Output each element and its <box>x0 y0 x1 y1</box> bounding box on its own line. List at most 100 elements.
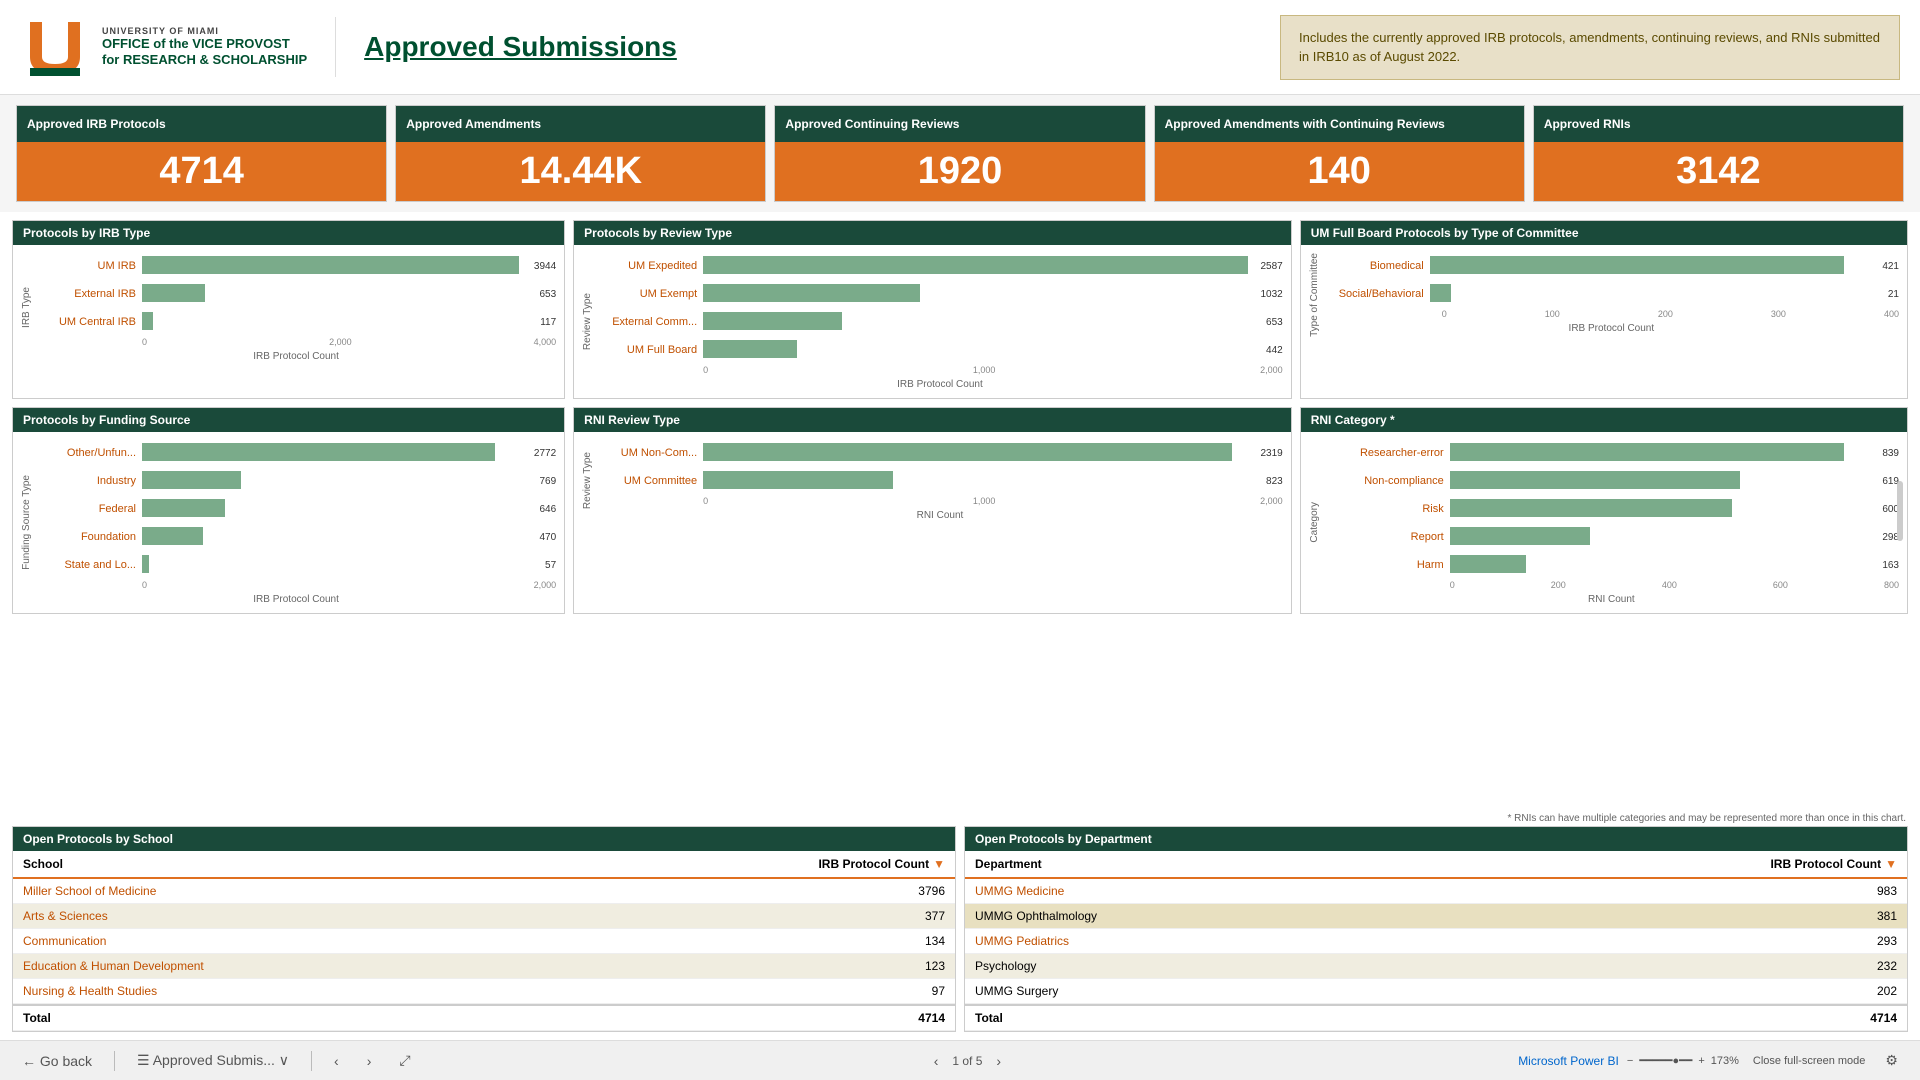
kpi-rnis[interactable]: Approved RNIs 3142 <box>1533 105 1904 202</box>
bar-report <box>1450 527 1590 545</box>
depts-table-scroll[interactable]: UMMG Medicine 983 UMMG Ophthalmology 381… <box>965 879 1907 1004</box>
chart-rni-category: RNI Category * Category Researcher-error <box>1300 407 1908 614</box>
separator-1 <box>114 1051 115 1071</box>
zoom-minus-icon[interactable]: − <box>1627 1055 1633 1067</box>
dept-name-3[interactable]: Psychology <box>965 954 1700 979</box>
nav-expand-button[interactable]: ⤢ <box>393 1050 416 1071</box>
table-row: Arts & Sciences 377 <box>13 904 955 929</box>
chart-irb-type-body: IRB Type UM IRB 3944 <box>13 245 564 370</box>
zoom-slider[interactable]: ━━━━━●━━ <box>1639 1054 1692 1067</box>
kpi-irb-protocols[interactable]: Approved IRB Protocols 4714 <box>16 105 387 202</box>
tick-1000: 1,000 <box>973 365 996 375</box>
chart-rni-review-title: RNI Review Type <box>574 408 1291 432</box>
page-next-button[interactable]: › <box>990 1051 1007 1071</box>
table-row: Psychology 232 <box>965 954 1907 979</box>
chart-funding-source-body: Funding Source Type Other/Unfun... 2772 <box>13 432 564 613</box>
bar-label-federal: Federal <box>36 503 136 515</box>
bar-container-social-behavioral <box>1430 284 1878 304</box>
depts-total-label: Total <box>965 1005 1441 1031</box>
powerbi-link[interactable]: Microsoft Power BI <box>1518 1054 1619 1068</box>
kpi-irb-protocols-value: 4714 <box>17 142 386 201</box>
go-back-button[interactable]: ← Go back <box>16 1051 98 1071</box>
schools-sort-icon[interactable]: ▼ <box>933 857 945 871</box>
tick-2000: 2,000 <box>1260 365 1283 375</box>
chart-rni-category-x-ticks: 0 200 400 600 800 <box>1324 580 1899 590</box>
bar-val-um-irb: 3944 <box>534 261 556 272</box>
depts-sort-icon[interactable]: ▼ <box>1885 857 1897 871</box>
depts-total-value: 4714 <box>1441 1005 1907 1031</box>
bar-val-other: 2772 <box>534 448 556 459</box>
chart-full-board-y-axis: Type of Committee <box>1309 253 1320 337</box>
bar-val-um-committee: 823 <box>1266 476 1283 487</box>
bar-container-external-irb <box>142 284 529 304</box>
zoom-plus-icon[interactable]: + <box>1698 1055 1704 1067</box>
tick-4000: 4,000 <box>534 337 557 347</box>
chart-irb-type-title: Protocols by IRB Type <box>13 221 564 245</box>
bar-industry <box>142 471 241 489</box>
bar-row-um-expedited: UM Expedited 2587 <box>597 256 1283 276</box>
page-container: UNIVERSITY OF MIAMI OFFICE of the VICE P… <box>0 0 1920 1080</box>
bar-central-irb <box>142 312 153 330</box>
chart-review-type-title: Protocols by Review Type <box>574 221 1291 245</box>
logo-text: UNIVERSITY OF MIAMI OFFICE of the VICE P… <box>102 26 307 67</box>
page-info: 1 of 5 <box>952 1054 982 1068</box>
chart-irb-type-x-label: IRB Protocol Count <box>36 351 556 362</box>
dept-name-1[interactable]: UMMG Ophthalmology <box>965 904 1700 929</box>
charts-row-2: Protocols by Funding Source Funding Sour… <box>12 407 1908 614</box>
chart-full-board-x-label: IRB Protocol Count <box>1324 323 1899 334</box>
bar-row-industry: Industry 769 <box>36 471 556 491</box>
bar-um-exempt <box>703 284 920 302</box>
page-prev-button[interactable]: ‹ <box>928 1051 945 1071</box>
school-name-2[interactable]: Communication <box>13 929 777 954</box>
nav-next-button[interactable]: › <box>361 1051 378 1071</box>
table-row: Miller School of Medicine 3796 <box>13 879 955 904</box>
fullscreen-button[interactable]: Close full-screen mode <box>1747 1053 1872 1069</box>
kpi-continuing-reviews-value: 1920 <box>775 142 1144 201</box>
school-name-4[interactable]: Nursing & Health Studies <box>13 979 777 1004</box>
bar-container-risk <box>1450 499 1873 519</box>
school-name-1[interactable]: Arts & Sciences <box>13 904 777 929</box>
kpi-amendments[interactable]: Approved Amendments 14.44K <box>395 105 766 202</box>
bar-val-um-exempt: 1032 <box>1260 289 1282 300</box>
kpi-row: Approved IRB Protocols 4714 Approved Ame… <box>0 95 1920 212</box>
table-row: UMMG Ophthalmology 381 <box>965 904 1907 929</box>
schools-col2-header[interactable]: IRB Protocol Count <box>818 857 929 871</box>
settings-icon[interactable]: ⚙ <box>1879 1050 1904 1071</box>
school-name-3[interactable]: Education & Human Development <box>13 954 777 979</box>
chart-rni-review-body: Review Type UM Non-Com... 2319 <box>574 432 1291 529</box>
bar-federal <box>142 499 225 517</box>
chart-rni-review-x-ticks: 0 1,000 2,000 <box>597 496 1283 506</box>
bar-container-um-exempt <box>703 284 1250 304</box>
schools-col1-header[interactable]: School <box>23 857 795 871</box>
kpi-amendments-continuing[interactable]: Approved Amendments with Continuing Revi… <box>1154 105 1525 202</box>
bar-val-um-expedited: 2587 <box>1260 261 1282 272</box>
school-name-0[interactable]: Miller School of Medicine <box>13 879 777 904</box>
dept-name-0[interactable]: UMMG Medicine <box>965 879 1700 904</box>
depts-total-table: Total 4714 <box>965 1004 1907 1031</box>
chart-full-board: UM Full Board Protocols by Type of Commi… <box>1300 220 1908 399</box>
school-count-1: 377 <box>777 904 955 929</box>
nav-prev-button[interactable]: ‹ <box>328 1051 345 1071</box>
depts-col2-header[interactable]: IRB Protocol Count <box>1770 857 1881 871</box>
bar-um-non-com <box>703 443 1232 461</box>
dept-name-4[interactable]: UMMG Surgery <box>965 979 1700 1004</box>
schools-table-scroll[interactable]: Miller School of Medicine 3796 Arts & Sc… <box>13 879 955 1004</box>
depts-col1-header[interactable]: Department <box>975 857 1747 871</box>
table-row: Education & Human Development 123 <box>13 954 955 979</box>
chart-irb-type: Protocols by IRB Type IRB Type UM IRB <box>12 220 565 399</box>
university-name-line3: for RESEARCH & SCHOLARSHIP <box>102 52 307 68</box>
chart-rni-review-bars: UM Non-Com... 2319 UM Committee <box>597 440 1283 494</box>
chart-irb-type-x-ticks: 0 2,000 4,000 <box>36 337 556 347</box>
kpi-continuing-reviews[interactable]: Approved Continuing Reviews 1920 <box>774 105 1145 202</box>
bar-container-industry <box>142 471 529 491</box>
bar-val-external-irb: 653 <box>539 289 556 300</box>
bar-val-foundation: 470 <box>539 532 556 543</box>
bar-val-um-non-com: 2319 <box>1260 448 1282 459</box>
bar-val-central-irb: 117 <box>540 317 556 328</box>
dept-name-2[interactable]: UMMG Pediatrics <box>965 929 1700 954</box>
chart-rni-category-title: RNI Category * <box>1301 408 1907 432</box>
table-row: UMMG Surgery 202 <box>965 979 1907 1004</box>
tab-menu-button[interactable]: ☰ Approved Submis... ∨ <box>131 1050 295 1071</box>
charts-row-1: Protocols by IRB Type IRB Type UM IRB <box>12 220 1908 399</box>
kpi-amendments-continuing-label: Approved Amendments with Continuing Revi… <box>1155 106 1524 142</box>
